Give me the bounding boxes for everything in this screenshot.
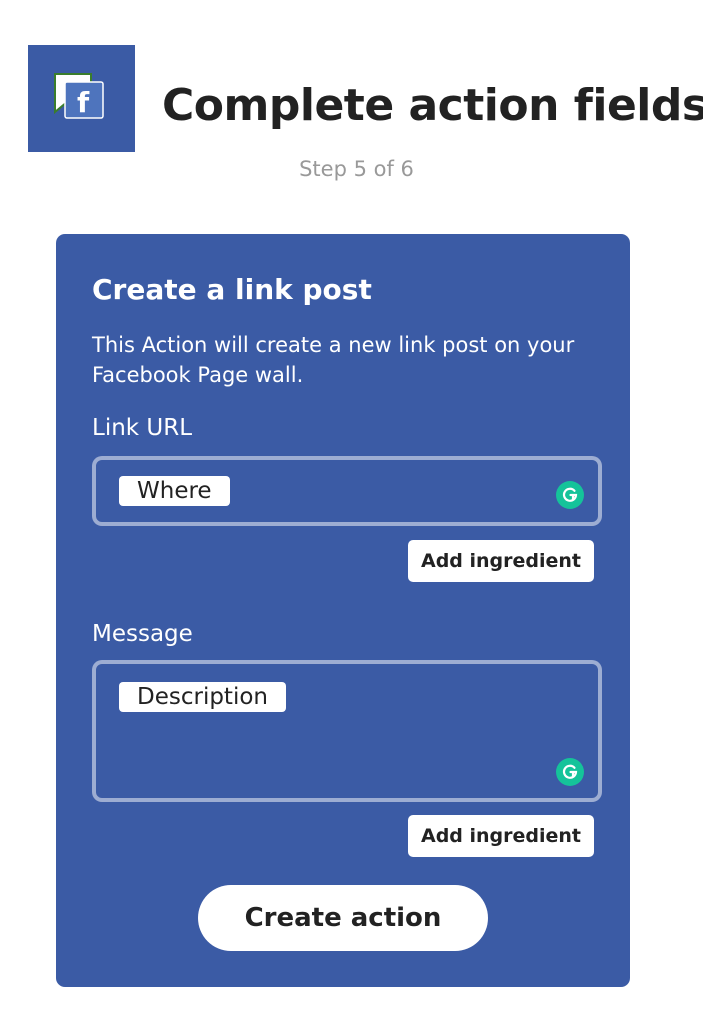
card-title: Create a link post	[92, 273, 372, 306]
svg-text:f: f	[77, 86, 90, 119]
add-ingredient-button-message[interactable]: Add ingredient	[408, 815, 594, 857]
ingredient-pill-description[interactable]: Description	[119, 682, 286, 712]
card-description: This Action will create a new link post …	[92, 333, 575, 387]
facebook-pages-icon: f	[28, 45, 135, 152]
create-action-button[interactable]: Create action	[198, 885, 488, 951]
ingredient-pill-where[interactable]: Where	[119, 476, 230, 506]
message-field[interactable]: Description	[92, 660, 602, 802]
message-label: Message	[92, 621, 193, 647]
add-ingredient-button-link-url[interactable]: Add ingredient	[408, 540, 594, 582]
facebook-pages-logo-icon: f	[53, 72, 104, 119]
grammarly-icon[interactable]	[556, 758, 584, 786]
grammarly-g-icon	[562, 764, 578, 779]
page-title: Complete action fields	[162, 80, 703, 131]
step-indicator: Step 5 of 6	[299, 157, 414, 181]
action-card: Create a link post This Action will crea…	[56, 234, 630, 987]
link-url-label: Link URL	[92, 415, 193, 441]
link-url-field[interactable]: Where	[92, 456, 602, 526]
grammarly-g-icon	[562, 487, 578, 502]
page: f Complete action fields Step 5 of 6 Cre…	[0, 0, 703, 1024]
grammarly-icon[interactable]	[556, 481, 584, 509]
